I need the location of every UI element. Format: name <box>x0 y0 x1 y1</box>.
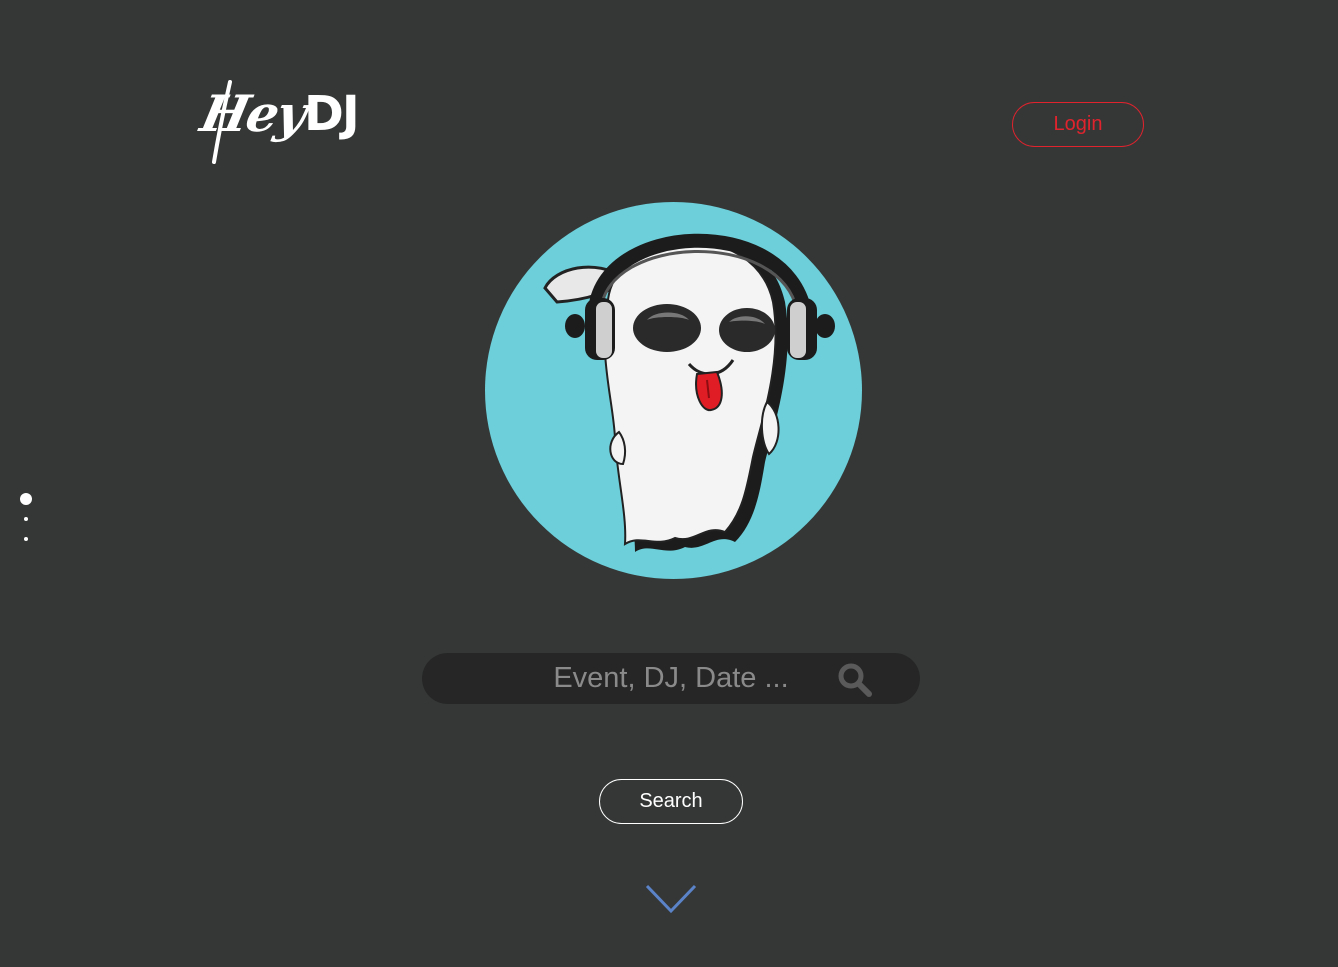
login-button[interactable]: Login <box>1012 102 1144 147</box>
landing-page: Hey DJ Login Event, DJ, Date ... Search <box>0 0 1338 967</box>
logo-swash <box>212 80 232 164</box>
search-bar <box>422 653 920 704</box>
slide-pagination <box>18 492 34 544</box>
heydj-logo[interactable]: Hey DJ <box>196 78 365 168</box>
pagination-dot[interactable] <box>24 517 28 521</box>
chevron-down-icon[interactable] <box>645 884 697 914</box>
search-button[interactable]: Search <box>599 779 743 824</box>
search-icon[interactable] <box>838 663 872 697</box>
ghost-dj-headphones-icon <box>485 202 862 579</box>
pagination-dot-active[interactable] <box>20 493 32 505</box>
pagination-dot[interactable] <box>24 537 28 541</box>
search-input[interactable] <box>482 653 860 704</box>
ghost-dj-mascot <box>485 202 862 579</box>
